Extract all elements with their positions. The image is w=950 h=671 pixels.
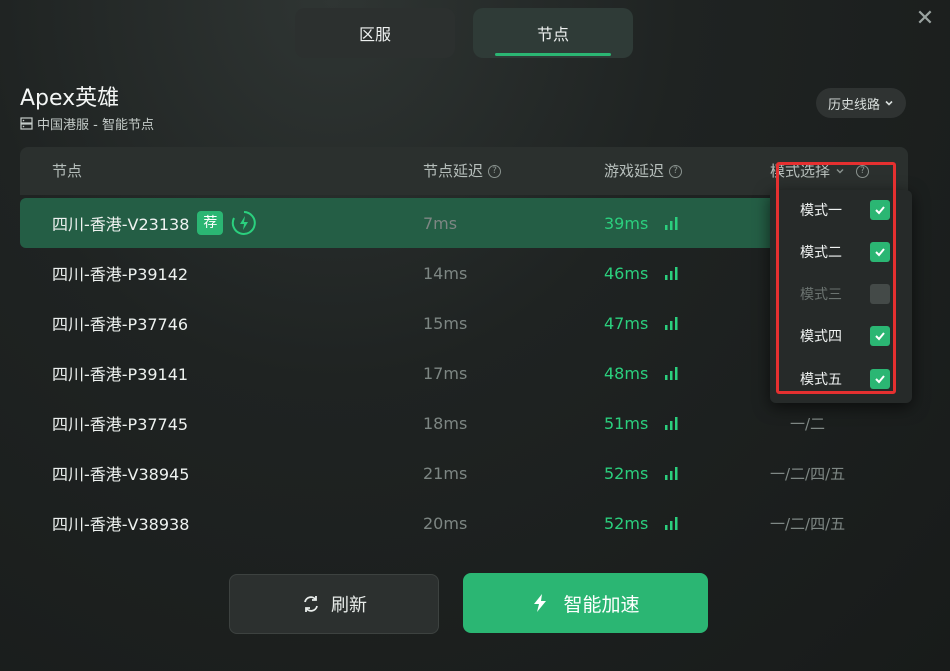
tab-region-label: 区服 xyxy=(358,25,391,44)
game-latency-cell: 46ms xyxy=(604,248,680,298)
checkbox-disabled xyxy=(870,284,890,304)
node-name: 四川-香港-P39141 xyxy=(52,365,189,384)
signal-icon xyxy=(665,217,678,230)
supported-modes: 一/二 xyxy=(790,414,826,433)
signal-icon xyxy=(665,467,678,480)
node-name: 四川-香港-P37746 xyxy=(52,315,189,334)
supported-modes: 一/二/四/五 xyxy=(770,464,846,483)
node-latency: 21ms xyxy=(423,463,468,483)
check-icon xyxy=(875,206,885,215)
game-title: Apex英雄 xyxy=(20,86,120,111)
game-latency-cell: 39ms xyxy=(604,198,680,248)
refresh-button[interactable]: 刷新 xyxy=(229,574,439,634)
supported-modes: 一/二/四/五 xyxy=(770,514,846,533)
node-name: 四川-香港-V38938 xyxy=(52,515,190,534)
mode-option-label: 模式五 xyxy=(800,372,842,388)
mode-option-4[interactable]: 模式四 xyxy=(800,321,890,351)
close-icon[interactable]: ✕ xyxy=(914,8,936,30)
checkbox-checked[interactable] xyxy=(870,369,890,389)
help-icon[interactable]: ? xyxy=(669,164,683,178)
chevron-down-icon xyxy=(836,169,844,174)
help-icon[interactable]: ? xyxy=(488,164,502,178)
game-latency: 47ms xyxy=(604,313,649,333)
tab-region[interactable]: 区服 xyxy=(295,8,455,58)
node-latency: 17ms xyxy=(423,363,468,383)
chevron-down-icon xyxy=(885,100,893,106)
checkbox-checked[interactable] xyxy=(870,242,890,262)
header-game-latency: 游戏延迟 ? xyxy=(604,147,683,195)
node-name-cell: 四川-香港-V23138 荐 xyxy=(52,198,257,248)
game-latency: 52ms xyxy=(604,463,649,483)
mode-option-2[interactable]: 模式二 xyxy=(800,237,890,267)
signal-icon xyxy=(665,267,678,280)
game-latency-cell: 48ms xyxy=(604,348,680,398)
mode-option-5[interactable]: 模式五 xyxy=(800,364,890,394)
check-icon xyxy=(875,248,885,257)
game-latency: 51ms xyxy=(604,413,649,433)
node-latency: 18ms xyxy=(423,413,468,433)
node-selection-panel: 区服 节点 ✕ Apex英雄 中国港服 - 智能节点 历史线路 节点 节点延迟 … xyxy=(0,0,950,671)
signal-icon xyxy=(665,367,678,380)
refresh-label: 刷新 xyxy=(331,595,367,616)
header-mode-select-label: 模式选择 xyxy=(770,162,831,180)
node-latency: 7ms xyxy=(423,213,458,233)
game-latency: 46ms xyxy=(604,263,649,283)
check-icon xyxy=(875,332,885,341)
refresh-icon xyxy=(304,596,318,612)
header-node-latency: 节点延迟 ? xyxy=(423,147,502,195)
mode-option-label: 模式二 xyxy=(800,245,842,261)
node-name: 四川-香港-V23138 xyxy=(52,215,190,234)
smart-boost-label: 智能加速 xyxy=(563,593,640,616)
tab-node[interactable]: 节点 xyxy=(473,8,633,58)
mode-option-3: 模式三 xyxy=(800,279,890,309)
header-node: 节点 xyxy=(52,147,82,195)
server-icon xyxy=(20,117,33,130)
header-mode-select[interactable]: 模式选择 ? xyxy=(770,147,870,195)
signal-icon xyxy=(665,317,678,330)
mode-select-dropdown: 模式一 模式二 模式三 模式四 模式五 xyxy=(770,190,912,403)
table-row[interactable]: 四川-香港-P37745 18ms 51ms 一/二 xyxy=(20,398,908,448)
signal-icon xyxy=(665,417,678,430)
help-icon[interactable]: ? xyxy=(856,164,870,178)
checkbox-checked[interactable] xyxy=(870,326,890,346)
boost-icon xyxy=(232,211,257,235)
game-latency: 39ms xyxy=(604,213,649,233)
mode-option-1[interactable]: 模式一 xyxy=(800,195,890,225)
check-icon xyxy=(875,375,885,384)
header-game-latency-label: 游戏延迟 xyxy=(604,162,665,180)
node-latency: 20ms xyxy=(423,513,468,533)
recommended-badge: 荐 xyxy=(197,211,224,235)
game-latency: 52ms xyxy=(604,513,649,533)
game-latency-cell: 52ms xyxy=(604,448,680,498)
game-latency-cell: 51ms xyxy=(604,398,680,448)
mode-option-label: 模式三 xyxy=(800,287,842,303)
checkbox-checked[interactable] xyxy=(870,200,890,220)
node-name: 四川-香港-P39142 xyxy=(52,265,189,284)
smart-boost-button[interactable]: 智能加速 xyxy=(463,573,708,633)
game-latency: 48ms xyxy=(604,363,649,383)
mode-option-label: 模式一 xyxy=(800,203,842,219)
node-latency: 14ms xyxy=(423,263,468,283)
table-header: 节点 节点延迟 ? 游戏延迟 ? 模式选择 ? xyxy=(20,147,908,195)
table-row[interactable]: 四川-香港-V38938 20ms 52ms 一/二/四/五 xyxy=(20,498,908,548)
tab-active-indicator xyxy=(495,53,611,56)
tab-node-label: 节点 xyxy=(536,25,569,44)
mode-option-label: 模式四 xyxy=(800,329,842,345)
signal-icon xyxy=(665,517,678,530)
subtitle-text: 中国港服 - 智能节点 xyxy=(37,118,154,133)
game-subtitle: 中国港服 - 智能节点 xyxy=(20,114,154,133)
game-latency-cell: 47ms xyxy=(604,298,680,348)
node-latency: 15ms xyxy=(423,313,468,333)
lightning-icon xyxy=(534,594,547,612)
header-node-latency-label: 节点延迟 xyxy=(423,162,484,180)
table-row[interactable]: 四川-香港-V38945 21ms 52ms 一/二/四/五 xyxy=(20,448,908,498)
history-routes-label: 历史线路 xyxy=(827,97,880,113)
node-name: 四川-香港-V38945 xyxy=(52,465,190,484)
header-node-label: 节点 xyxy=(52,162,83,180)
node-name: 四川-香港-P37745 xyxy=(52,415,189,434)
history-routes-button[interactable]: 历史线路 xyxy=(815,88,906,118)
game-latency-cell: 52ms xyxy=(604,498,680,548)
